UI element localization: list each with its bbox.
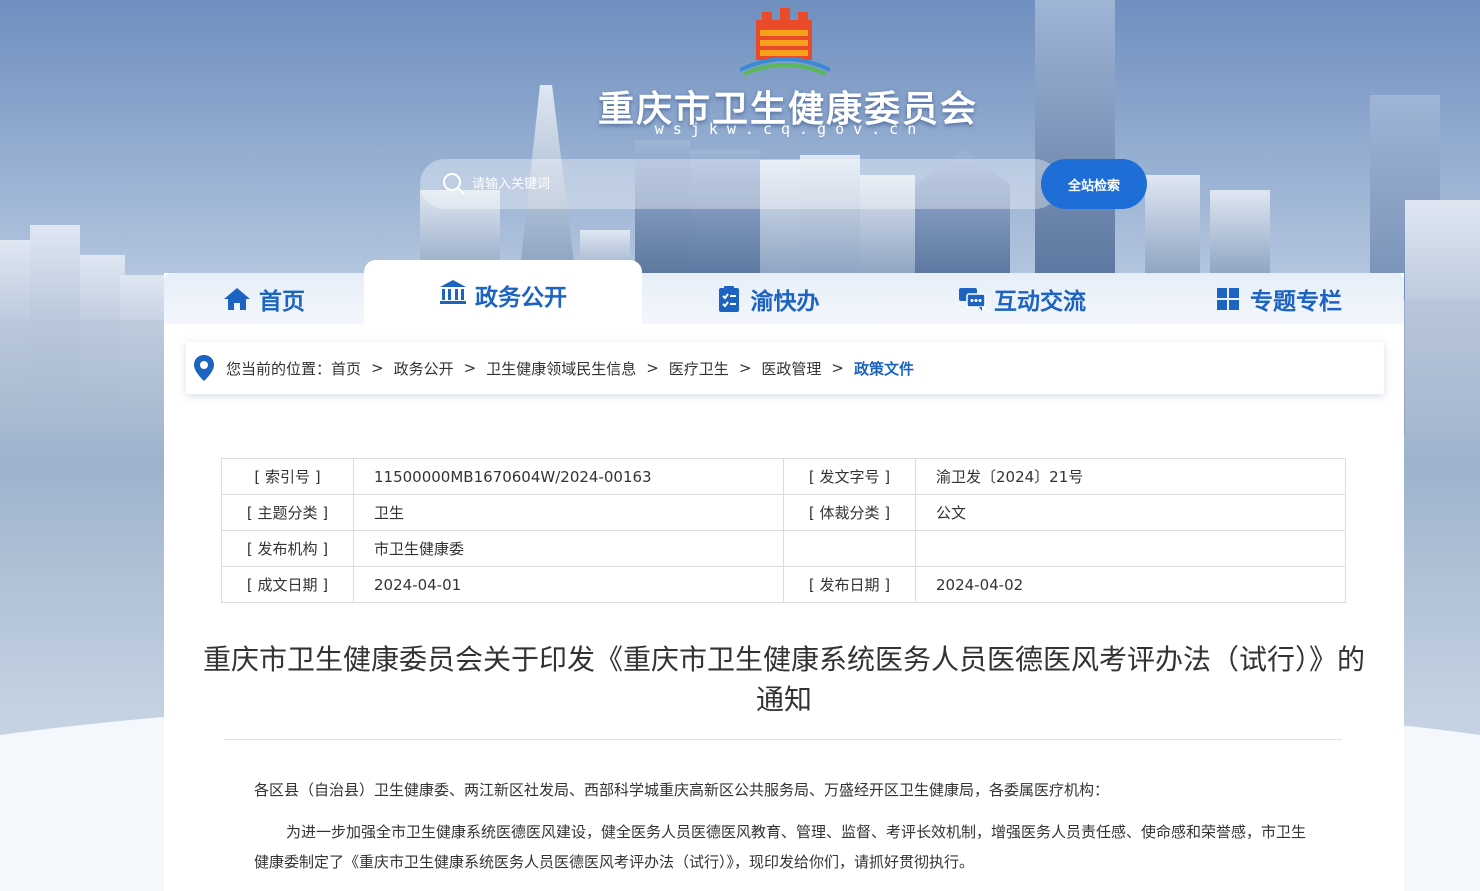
index-number-label: [ 索引号 ] [221,458,354,495]
empty-value [915,530,1346,567]
main-nav: 首页 政务公开 渝快办 互动交流 专题专栏 [164,260,1404,324]
title-divider [224,739,1342,740]
empty-label [783,530,916,567]
breadcrumb-prefix: 您当前的位置： [226,359,332,378]
topic-category-value: 卫生 [353,494,784,531]
written-date-label: [ 成文日期 ] [221,566,354,603]
table-row: [ 成文日期 ] 2024-04-01 [ 发布日期 ] 2024-04-02 [221,566,1346,603]
document-number-value: 渝卫发〔2024〕21号 [915,458,1346,495]
breadcrumb-livelihood-info[interactable]: 卫生健康领域民生信息 [486,358,636,379]
genre-category-value: 公文 [915,494,1346,531]
publish-date-label: [ 发布日期 ] [783,566,916,603]
breadcrumb-home[interactable]: 首页 [331,358,361,379]
site-logo-icon[interactable] [740,8,830,78]
document-addressee: 各区县（自治县）卫生健康委、两江新区社发局、西部科学城重庆高新区公共服务局、万盛… [254,781,1110,799]
clipboard-checklist-icon [718,285,739,312]
nav-label-home: 首页 [259,288,305,315]
breadcrumb-separator: > [738,359,752,377]
nav-label-government-affairs: 政务公开 [475,285,567,311]
site-url: wsjkw.cq.gov.cn [654,120,926,138]
document-number-label: [ 发文字号 ] [783,458,916,495]
genre-category-label: [ 体裁分类 ] [783,494,916,531]
breadcrumb-separator: > [646,359,659,377]
table-row: [ 发布机构 ] 市卫生健康委 [221,530,1346,567]
nav-label-interaction: 互动交流 [994,288,1086,315]
publish-date-value: 2024-04-02 [915,566,1346,603]
nav-label-yukuaiban: 渝快办 [750,288,820,315]
breadcrumb-government-affairs[interactable]: 政务公开 [394,358,454,379]
search-icon [443,173,465,195]
issuing-agency-label: [ 发布机构 ] [221,530,354,567]
breadcrumb-medical-admin[interactable]: 医政管理 [761,358,821,379]
breadcrumb-separator: > [463,359,477,377]
breadcrumb-medical-health[interactable]: 医疗卫生 [669,358,729,379]
topic-category-label: [ 主题分类 ] [221,494,354,531]
government-building-icon [440,280,466,304]
chat-bubbles-icon [959,287,986,311]
grid-icon [1217,287,1239,310]
breadcrumb: 您当前的位置： 首页 > 政务公开 > 卫生健康领域民生信息 > 医疗卫生 > … [186,342,1384,394]
issuing-agency-value: 市卫生健康委 [353,530,784,567]
index-number-value: 11500000MB1670604W/2024-00163 [353,458,784,495]
written-date-value: 2024-04-01 [353,566,784,603]
nav-item-home[interactable]: 首页 [164,273,364,324]
breadcrumb-separator: > [831,359,844,377]
nav-item-interaction[interactable]: 互动交流 [892,273,1152,324]
search-input[interactable] [472,170,972,198]
nav-label-special-topics: 专题专栏 [1250,288,1342,315]
breadcrumb-current[interactable]: 政策文件 [854,358,914,379]
nav-item-government-affairs[interactable]: 政务公开 [364,260,642,324]
home-icon [224,287,250,310]
site-search-button[interactable]: 全站检索 [1041,159,1147,209]
nav-item-special-topics[interactable]: 专题专栏 [1152,273,1404,324]
breadcrumb-separator: > [371,359,384,377]
nav-item-yukuaiban[interactable]: 渝快办 [642,273,892,324]
table-row: [ 主题分类 ] 卫生 [ 体裁分类 ] 公文 [221,494,1346,531]
table-row: [ 索引号 ] 11500000MB1670604W/2024-00163 [ … [221,458,1346,495]
document-body-paragraph: 为进一步加强全市卫生健康系统医德医风建设，健全医务人员医德医风教育、管理、监督、… [254,823,1307,871]
document-title: 重庆市卫生健康委员会关于印发《重庆市卫生健康系统医务人员医德医风考评办法（试行）… [202,643,1365,716]
location-pin-icon [194,355,214,381]
document-info-table: [ 索引号 ] 11500000MB1670604W/2024-00163 [ … [221,458,1346,603]
